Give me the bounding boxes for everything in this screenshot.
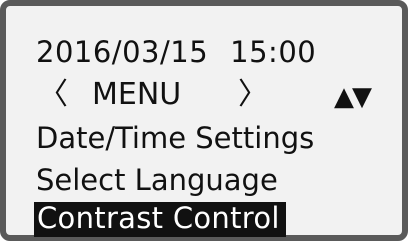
menu-title: MENU <box>92 77 182 112</box>
datetime-readout: 2016/03/15 15:00 <box>36 38 316 67</box>
menu-item-contrast-control-selected[interactable]: Contrast Control <box>34 202 286 237</box>
lcd-display-frame: 2016/03/15 15:00 〈 MENU 〉 ▲▼ Date/Time Se… <box>0 0 408 241</box>
menu-item-select-language[interactable]: Select Language <box>36 166 278 195</box>
menu-item-date-time-settings[interactable]: Date/Time Settings <box>36 124 314 153</box>
date-text: 2016/03/15 <box>36 35 209 69</box>
menu-next-arrow[interactable]: 〉 <box>238 80 268 110</box>
time-text: 15:00 <box>230 35 317 69</box>
scroll-up-down-icon[interactable]: ▲▼ <box>334 84 372 110</box>
menu-prev-arrow[interactable]: 〈 <box>38 80 68 110</box>
